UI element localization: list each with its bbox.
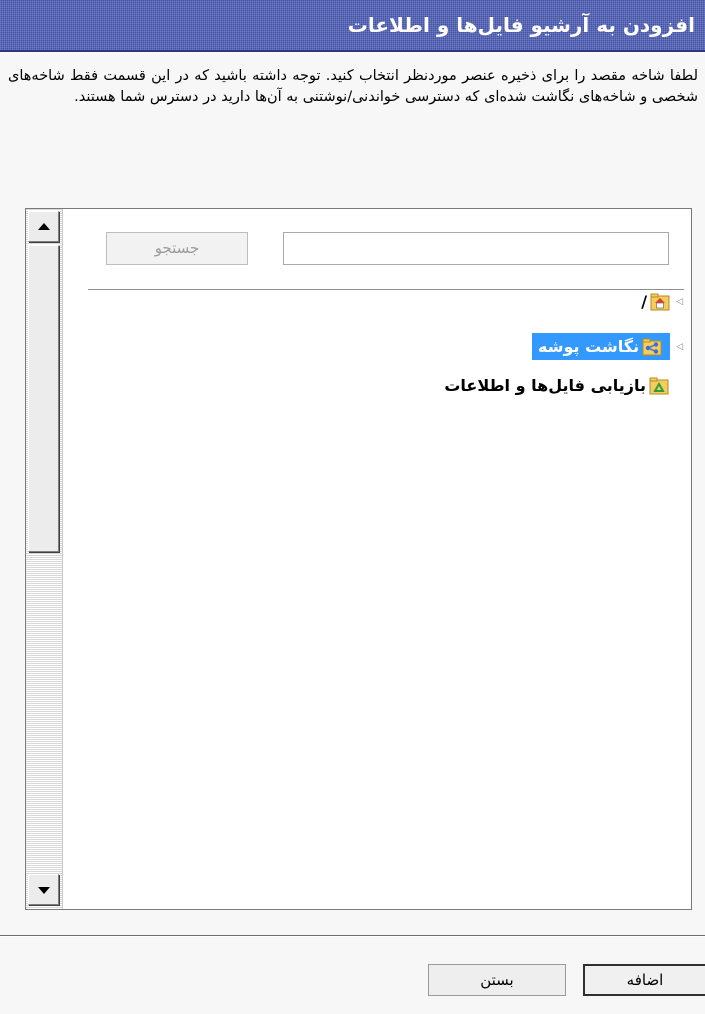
divider xyxy=(88,289,684,290)
folder-tree-panel: جستجو ◁ / ◁ نگاشت پوشه بازیابی فایل‌ها و… xyxy=(25,208,692,910)
vertical-scrollbar[interactable] xyxy=(26,209,63,909)
recycle-folder-icon xyxy=(649,377,669,394)
tree-item-root[interactable]: ◁ / xyxy=(641,291,683,312)
footer-separator-highlight xyxy=(0,936,705,937)
tree-item-recycle[interactable]: بازیابی فایل‌ها و اطلاعات xyxy=(444,375,669,396)
arrow-up-icon xyxy=(38,223,50,230)
search-button[interactable]: جستجو xyxy=(106,232,248,265)
tree-item-label: بازیابی فایل‌ها و اطلاعات xyxy=(444,376,646,395)
dialog-title: افزودن به آرشیو فایل‌ها و اطلاعات xyxy=(347,13,695,37)
home-folder-icon xyxy=(650,293,670,310)
expand-arrow-icon[interactable]: ◁ xyxy=(676,297,683,307)
close-button[interactable]: بستن xyxy=(428,964,566,996)
add-button[interactable]: اضافه xyxy=(583,964,705,996)
tree-item-label: نگاشت پوشه xyxy=(538,337,640,356)
share-folder-icon xyxy=(642,338,662,355)
search-input[interactable] xyxy=(283,232,669,265)
arrow-down-icon xyxy=(38,887,50,894)
instructions-text: لطفا شاخه مقصد را برای ذخیره عنصر موردنظ… xyxy=(8,68,698,105)
dialog-titlebar[interactable]: افزودن به آرشیو فایل‌ها و اطلاعات xyxy=(0,0,705,52)
scroll-up-button[interactable] xyxy=(28,211,59,242)
expand-arrow-icon[interactable]: ◁ xyxy=(676,342,683,352)
tree-item-mapped-folder[interactable]: ◁ نگاشت پوشه xyxy=(532,333,683,360)
scroll-thumb[interactable] xyxy=(28,245,59,552)
tree-item-label: / xyxy=(641,292,648,311)
selection-highlight[interactable]: نگاشت پوشه xyxy=(532,333,671,360)
scroll-down-button[interactable] xyxy=(28,874,59,905)
